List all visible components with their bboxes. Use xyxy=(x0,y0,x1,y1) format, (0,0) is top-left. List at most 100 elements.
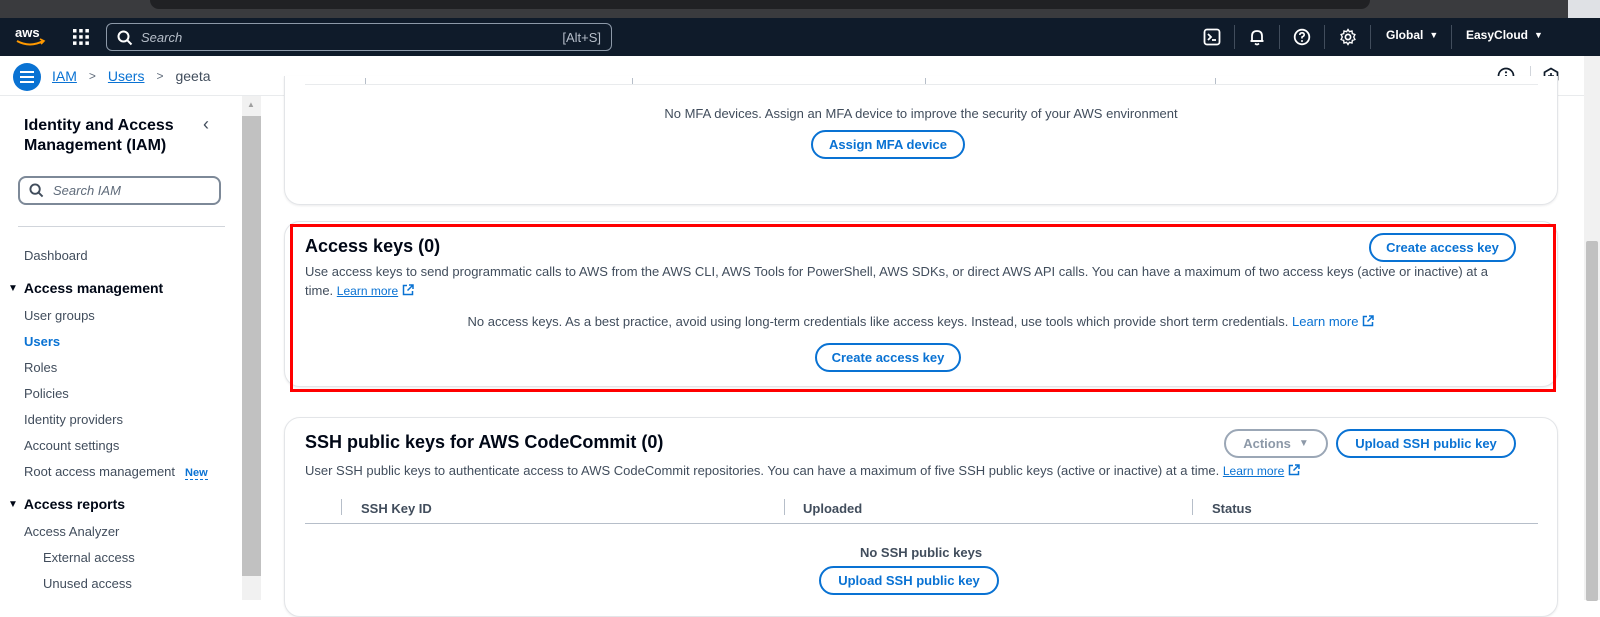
caret-down-icon: ▼ xyxy=(8,282,18,294)
learn-more-label: Learn more xyxy=(1291,314,1359,329)
search-icon xyxy=(29,183,44,198)
create-access-key-header-button[interactable]: Create access key xyxy=(1369,233,1516,262)
ssh-keys-title: SSH public keys for AWS CodeCommit (0) xyxy=(305,432,664,452)
create-access-key-button[interactable]: Create access key xyxy=(815,343,961,372)
nav-separator xyxy=(1279,25,1280,49)
column-separator xyxy=(1215,78,1216,84)
sidebar-search-input[interactable]: Search IAM xyxy=(18,176,221,205)
table-divider xyxy=(305,84,1538,85)
region-selector[interactable]: Global ▼ xyxy=(1386,28,1438,42)
search-icon xyxy=(117,30,133,46)
hamburger-menu-button[interactable] xyxy=(13,63,41,91)
sidebar-item-external-access[interactable]: External access xyxy=(43,550,135,565)
sidebar-item-label: Root access management xyxy=(24,464,176,479)
new-badge: New xyxy=(185,467,208,480)
caret-down-icon: ▼ xyxy=(1534,30,1543,40)
chevron-right-icon: > xyxy=(88,69,96,83)
breadcrumb: IAM > Users > geeta xyxy=(52,68,211,84)
upload-ssh-key-header-button[interactable]: Upload SSH public key xyxy=(1336,429,1516,458)
upload-ssh-key-button[interactable]: Upload SSH public key xyxy=(819,566,999,595)
sidebar-item-account-settings[interactable]: Account settings xyxy=(24,438,119,453)
scrollbar-thumb[interactable] xyxy=(1586,241,1598,601)
sidebar-item-root-access-management[interactable]: Root access management New xyxy=(24,464,208,480)
sidebar-section-access-management[interactable]: ▼ Access management xyxy=(8,280,163,296)
caret-down-icon: ▼ xyxy=(8,498,18,510)
column-header-ssh-key-id[interactable]: SSH Key ID xyxy=(361,501,432,516)
nav-separator xyxy=(1451,25,1452,49)
main-content: No MFA devices. Assign an MFA device to … xyxy=(261,76,1584,617)
actions-label: Actions xyxy=(1243,436,1291,451)
scrollbar-thumb[interactable] xyxy=(242,116,261,576)
column-separator xyxy=(365,78,366,84)
column-header-status[interactable]: Status xyxy=(1212,501,1252,516)
sidebar-section-access-reports[interactable]: ▼ Access reports xyxy=(8,496,125,512)
empty-learn-more-link[interactable]: Learn more xyxy=(1291,314,1375,329)
access-keys-empty-state: No access keys. As a best practice, avoi… xyxy=(285,312,1557,331)
gear-icon[interactable] xyxy=(1337,26,1359,48)
sidebar-scrollbar[interactable]: ▲ xyxy=(242,96,261,600)
aws-logo[interactable]: aws xyxy=(14,24,46,50)
sidebar-item-identity-providers[interactable]: Identity providers xyxy=(24,412,123,427)
browser-edge xyxy=(1568,0,1600,18)
bell-icon[interactable] xyxy=(1246,26,1268,48)
region-label: Global xyxy=(1386,28,1424,42)
column-separator[interactable] xyxy=(784,499,785,515)
aws-top-nav: aws Search [Alt+S] Global ▼ EasyCloud ▼ xyxy=(0,18,1600,56)
column-separator xyxy=(341,499,342,515)
account-menu[interactable]: EasyCloud ▼ xyxy=(1466,28,1543,42)
section-heading: Access management xyxy=(23,280,164,296)
sidebar-item-dashboard[interactable]: Dashboard xyxy=(24,248,88,263)
access-keys-description: Use access keys to send programmatic cal… xyxy=(305,262,1505,301)
sidebar-item-access-analyzer[interactable]: Access Analyzer xyxy=(24,524,119,539)
sidebar-search-placeholder: Search IAM xyxy=(53,183,121,198)
scroll-up-arrow-icon[interactable]: ▲ xyxy=(247,100,255,109)
column-separator[interactable] xyxy=(1192,499,1193,515)
breadcrumb-iam[interactable]: IAM xyxy=(52,68,77,84)
browser-address-pill xyxy=(150,0,1370,9)
nav-separator xyxy=(1324,25,1325,49)
breadcrumb-users[interactable]: Users xyxy=(108,68,145,84)
page-scrollbar[interactable] xyxy=(1584,56,1600,601)
ssh-public-keys-card: SSH public keys for AWS CodeCommit (0) A… xyxy=(284,417,1558,617)
external-link-icon xyxy=(1363,315,1375,327)
browser-tab-strip xyxy=(0,0,1600,18)
ssh-keys-description: User SSH public keys to authenticate acc… xyxy=(305,461,1525,481)
sidebar-item-roles[interactable]: Roles xyxy=(24,360,57,375)
learn-more-link[interactable]: Learn more xyxy=(1223,464,1300,478)
description-text: Use access keys to send programmatic cal… xyxy=(305,264,1488,298)
ssh-keys-table-header: SSH Key ID Uploaded Status xyxy=(305,496,1538,524)
learn-more-label: Learn more xyxy=(336,284,399,298)
account-label: EasyCloud xyxy=(1466,28,1529,42)
menu-icon xyxy=(20,71,34,83)
nav-separator xyxy=(1234,25,1235,49)
sidebar-item-users[interactable]: Users xyxy=(24,334,60,349)
services-grid-icon[interactable] xyxy=(72,28,90,46)
access-keys-title: Access keys (0) xyxy=(305,236,441,256)
search-shortcut: [Alt+S] xyxy=(562,30,601,45)
search-placeholder: Search xyxy=(141,30,183,45)
sidebar-title[interactable]: Identity and Access Management (IAM) xyxy=(24,116,204,156)
sidebar-divider xyxy=(18,226,225,227)
side-navigation: Identity and Access Management (IAM) ‹ S… xyxy=(0,96,242,600)
external-link-icon xyxy=(402,284,414,296)
global-search-input[interactable]: Search [Alt+S] xyxy=(106,23,612,51)
learn-more-link[interactable]: Learn more xyxy=(337,284,414,298)
help-icon[interactable] xyxy=(1291,26,1313,48)
sidebar-item-user-groups[interactable]: User groups xyxy=(24,308,95,323)
sidebar-item-unused-access[interactable]: Unused access xyxy=(43,576,132,591)
column-header-uploaded[interactable]: Uploaded xyxy=(803,501,862,516)
section-heading: Access reports xyxy=(23,496,126,512)
cloudshell-icon[interactable] xyxy=(1201,26,1223,48)
collapse-sidebar-icon[interactable]: ‹ xyxy=(203,114,209,135)
ssh-keys-empty-text: No SSH public keys xyxy=(859,545,983,560)
description-text: User SSH public keys to authenticate acc… xyxy=(305,463,1220,478)
external-link-icon xyxy=(1289,464,1300,476)
sidebar-item-policies[interactable]: Policies xyxy=(24,386,69,401)
actions-dropdown-button[interactable]: Actions ▼ xyxy=(1224,429,1328,458)
chevron-right-icon: > xyxy=(156,69,164,83)
svg-text:aws: aws xyxy=(15,25,40,40)
access-keys-empty-text: No access keys. As a best practice, avoi… xyxy=(467,314,1289,329)
assign-mfa-device-button[interactable]: Assign MFA device xyxy=(811,130,965,159)
learn-more-label: Learn more xyxy=(1222,464,1285,478)
access-keys-card: Access keys (0) Create access key Use ac… xyxy=(284,221,1558,387)
